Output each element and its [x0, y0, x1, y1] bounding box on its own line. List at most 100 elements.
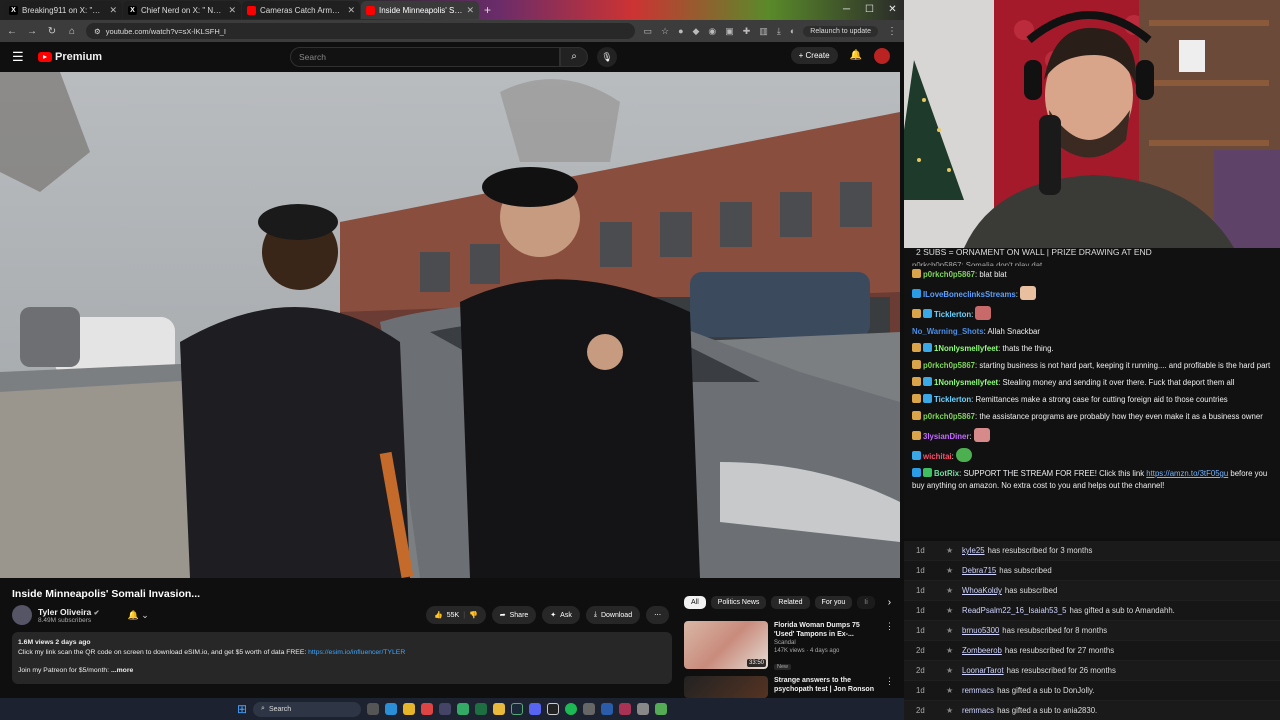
menu-dots-icon[interactable]: ⋮ — [886, 26, 898, 37]
search-button[interactable]: ⌕ — [560, 47, 588, 67]
chat-username[interactable]: wichitai — [923, 452, 952, 461]
ask-button[interactable]: ✦ Ask — [542, 606, 580, 624]
voice-search-button[interactable]: 🎙 — [597, 47, 617, 67]
browser-tab-4[interactable]: Inside Minneapolis' Somali ✕ — [361, 1, 479, 19]
home-icon[interactable]: ⌂ — [66, 26, 78, 37]
chevron-right-icon[interactable]: › — [888, 597, 891, 608]
close-tab-icon[interactable]: ✕ — [347, 5, 355, 16]
spotify-icon[interactable] — [565, 703, 578, 715]
taskbar-search[interactable]: ⌕ Search — [253, 701, 362, 717]
notifications-bell-icon[interactable]: 🔔 — [850, 50, 862, 61]
chip-politics-news[interactable]: Politics News — [710, 596, 767, 609]
chat-username[interactable]: p0rkch0p5867 — [923, 270, 975, 279]
excel-icon[interactable] — [475, 703, 488, 715]
channel-name[interactable]: Tyler Oliveira ✔ — [38, 607, 99, 617]
app-icon[interactable] — [637, 703, 650, 715]
chat-link[interactable]: https://amzn.to/3tF05gu — [1146, 469, 1228, 478]
video-thumbnail[interactable]: 33:50 — [684, 621, 768, 669]
forward-icon[interactable]: → — [26, 26, 38, 37]
task-view-icon[interactable] — [367, 703, 380, 715]
more-dots-icon[interactable]: ⋮ — [885, 676, 894, 698]
menu-icon[interactable]: ☰ — [12, 49, 32, 65]
bookmark-star-icon[interactable]: ☆ — [661, 26, 669, 37]
event-user[interactable]: remmacs — [962, 686, 994, 695]
video-player[interactable] — [0, 72, 900, 578]
event-user[interactable]: LoonarTarot — [962, 666, 1004, 675]
recommendation-item[interactable]: Strange answers to the psychopath test |… — [684, 676, 894, 698]
event-user[interactable]: ReadPsalm22_16_Isaiah53_5 — [962, 606, 1066, 615]
close-tab-icon[interactable]: ✕ — [466, 5, 474, 16]
cast-icon[interactable]: ▭ — [643, 26, 652, 37]
event-user[interactable]: Debra715 — [962, 566, 996, 575]
search-input[interactable]: Search — [290, 47, 560, 67]
chat-username[interactable]: p0rkch0p5867 — [923, 412, 975, 421]
more-dots-icon[interactable]: ⋮ — [885, 621, 894, 673]
relaunch-button[interactable]: Relaunch to update — [803, 25, 878, 37]
chrome-icon[interactable] — [421, 703, 434, 715]
chip-all[interactable]: All — [684, 596, 706, 609]
like-button[interactable]: 👍 55K | 👎 — [426, 606, 486, 624]
chat-username[interactable]: p0rkch0p5867 — [923, 361, 975, 370]
recommendation-title[interactable]: Strange answers to the psychopath test |… — [774, 676, 879, 698]
app-icon[interactable] — [457, 703, 470, 715]
browser-tab-3[interactable]: Cameras Catch Armed Robber ✕ — [242, 1, 360, 19]
chrome-icon[interactable] — [403, 703, 416, 715]
chat-username[interactable]: Ticklerton — [934, 310, 971, 319]
download-button[interactable]: ⤓ Download — [585, 606, 641, 624]
app-icon[interactable] — [583, 703, 596, 715]
discord-icon[interactable] — [529, 703, 542, 715]
obs-icon[interactable] — [547, 703, 560, 715]
chip-partial[interactable]: Ii — [857, 596, 875, 609]
chat-username[interactable]: ILoveBoneclinksStreams — [923, 290, 1016, 299]
site-info-icon[interactable]: ⚙ — [94, 27, 101, 36]
profile-icon[interactable]: ◐ — [790, 26, 795, 37]
download-icon[interactable]: ⤓ — [777, 26, 781, 37]
extension-icon[interactable]: ● — [678, 26, 683, 37]
maximize-icon[interactable]: ☐ — [858, 0, 881, 20]
event-user[interactable]: brnuo5300 — [962, 626, 999, 635]
recommendation-item[interactable]: 33:50 Florida Woman Dumps 75 'Used' Tamp… — [684, 621, 894, 673]
browser-tab-1[interactable]: X Breaking911 on X: "Rep. C ✕ — [4, 1, 122, 19]
edge-icon[interactable] — [385, 703, 398, 715]
app-icon[interactable] — [439, 703, 452, 715]
chip-for-you[interactable]: For you — [814, 596, 853, 609]
description-box[interactable]: 1.6M views 2 days ago Click my link scan… — [12, 632, 672, 684]
show-more-button[interactable]: ...more — [111, 667, 133, 674]
event-user[interactable]: Zombeerob — [962, 646, 1002, 655]
app-icon[interactable] — [619, 703, 632, 715]
close-tab-icon[interactable]: ✕ — [109, 5, 117, 16]
account-avatar[interactable] — [874, 47, 890, 64]
event-user[interactable]: remmacs — [962, 706, 994, 715]
close-window-icon[interactable]: ✕ — [881, 0, 904, 20]
app-icon[interactable] — [601, 703, 614, 715]
windows-start-icon[interactable]: ⊞ — [237, 702, 247, 716]
chat-username[interactable]: No_Warning_Shots — [912, 327, 984, 336]
more-actions-button[interactable]: ⋯ — [646, 606, 670, 624]
steam-icon[interactable] — [511, 703, 524, 715]
chat-username[interactable]: BotRix — [934, 469, 959, 478]
thumbs-down-icon[interactable]: 👎 — [469, 611, 478, 619]
minimize-icon[interactable]: ─ — [835, 0, 858, 20]
puzzle-icon[interactable]: ✚ — [743, 26, 751, 37]
chip-related[interactable]: Related — [771, 596, 810, 609]
chat-username[interactable]: 1Nonlysmellyfeet — [934, 378, 998, 387]
extension-icon[interactable]: ◉ — [708, 26, 716, 37]
event-user[interactable]: WhoaKoldy — [962, 586, 1002, 595]
create-button[interactable]: + Create — [790, 47, 838, 64]
channel-avatar[interactable] — [12, 605, 32, 625]
close-tab-icon[interactable]: ✕ — [228, 5, 236, 16]
video-thumbnail[interactable] — [684, 676, 768, 698]
reload-icon[interactable]: ↻ — [46, 26, 58, 37]
chat-username[interactable]: Ticklerton — [934, 395, 971, 404]
file-explorer-icon[interactable] — [493, 703, 506, 715]
youtube-logo[interactable]: Premium — [38, 51, 102, 63]
share-button[interactable]: ➦ Share — [491, 606, 537, 624]
app-icon[interactable] — [655, 703, 668, 715]
extension-icon[interactable]: ▣ — [725, 26, 734, 37]
back-icon[interactable]: ← — [6, 26, 18, 37]
extension-icon[interactable]: ◆ — [693, 26, 700, 37]
chat-username[interactable]: 3lysianDiner — [923, 432, 969, 441]
sidepanel-icon[interactable]: ▥ — [759, 26, 768, 37]
url-field[interactable]: ⚙ youtube.com/watch?v=sX-lKLSFH_I — [86, 23, 636, 39]
new-tab-icon[interactable]: + — [484, 3, 491, 17]
